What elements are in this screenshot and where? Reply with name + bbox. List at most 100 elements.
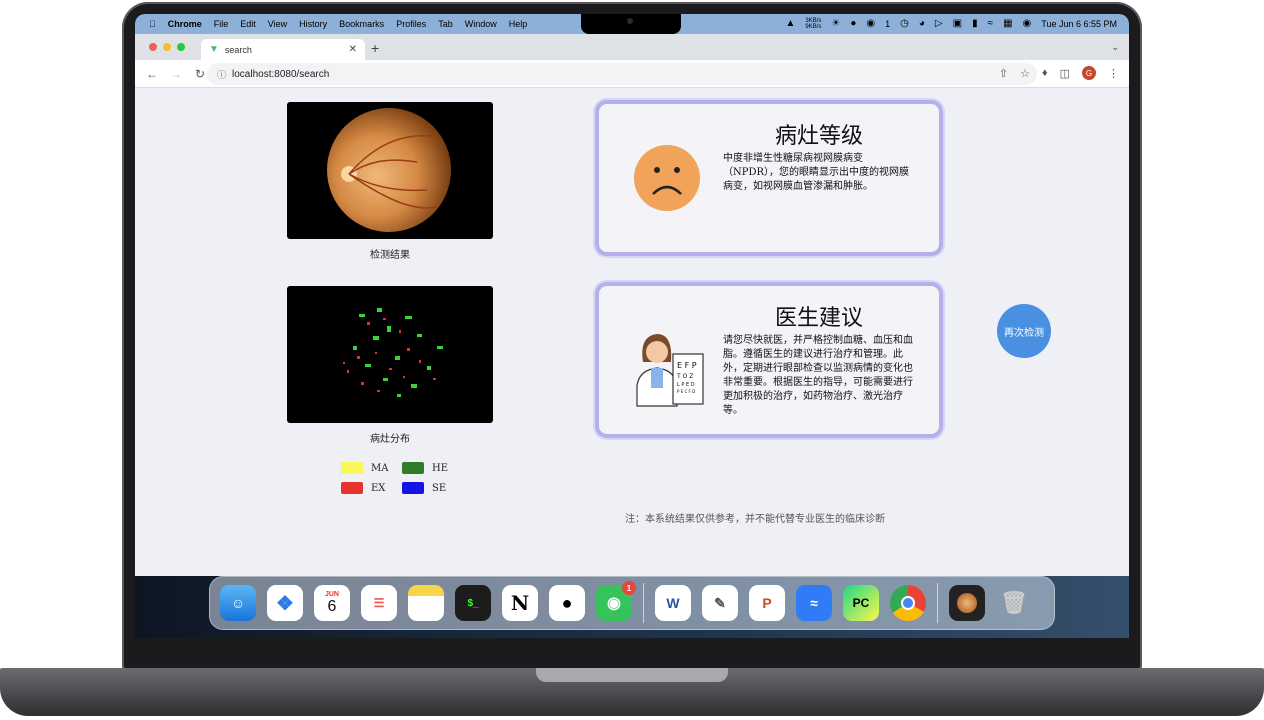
preview-fundus-icon[interactable] — [949, 585, 985, 621]
svg-text:P E C F D: P E C F D — [677, 389, 695, 394]
calendar-icon[interactable]: JUN 6 — [314, 585, 350, 621]
legend-he-label: HE — [432, 462, 449, 474]
legend-ma-label: MA — [371, 462, 389, 474]
screen:  Chrome File Edit View History Bookmark… — [135, 14, 1129, 638]
apple-icon[interactable]:  — [149, 19, 156, 29]
lesion-grade-text: 中度非增生性糖尿病视网膜病变（NPDR），您的眼睛显示出中度的视网膜病变，如视网… — [723, 153, 910, 192]
wechat-badge: 1 — [622, 581, 636, 595]
menu-view[interactable]: View — [268, 19, 287, 29]
close-tab-icon[interactable]: ✕ — [349, 44, 357, 55]
sad-face-icon — [634, 145, 700, 211]
laptop:  Chrome File Edit View History Bookmark… — [0, 0, 1264, 720]
doctor-icon: E F P T O Z L P E D P E C F D — [636, 334, 704, 407]
legend-ma-swatch — [341, 462, 363, 474]
share-icon[interactable]: ⇧ — [999, 67, 1008, 80]
retest-button[interactable]: 再次检测 — [997, 304, 1051, 358]
address-bar[interactable]: ⓘ localhost:8080/search — [207, 63, 1037, 85]
fundus-result-image — [287, 102, 493, 239]
wechat-icon[interactable]: ◉ 1 — [596, 581, 636, 621]
textedit-icon[interactable]: ✎ — [702, 585, 738, 621]
chrome-menu-icon[interactable]: ⋮ — [1108, 67, 1119, 80]
wechat-menubar-count: 1 — [885, 19, 891, 29]
browser-toolbar: ← → ↻ ⓘ localhost:8080/search ⇧ ☆ ♦ ◫ G … — [135, 60, 1129, 88]
bell-icon[interactable]: ● — [850, 19, 856, 29]
wifi-icon[interactable]: ≈ — [988, 19, 994, 29]
control-center-icon[interactable]: ▦ — [1003, 19, 1012, 29]
forward-icon[interactable]: → — [169, 67, 183, 81]
dock-separator — [643, 583, 644, 623]
notes-icon[interactable] — [408, 585, 444, 621]
menubar-clock[interactable]: Tue Jun 6 6:55 PM — [1041, 19, 1117, 29]
legend-se-swatch — [402, 482, 424, 494]
menu-edit[interactable]: Edit — [240, 19, 256, 29]
menu-app-name[interactable]: Chrome — [168, 19, 202, 29]
powerpoint-icon[interactable]: P — [749, 585, 785, 621]
menu-window[interactable]: Window — [465, 19, 497, 29]
zoom-window-button[interactable] — [177, 43, 185, 51]
extensions-icon[interactable]: ♦ — [1042, 67, 1048, 79]
laptop-opening-notch — [536, 668, 728, 682]
doctor-advice-text: 请您尽快就医，并严格控制血糖、血压和血脂。遵循医生的建议进行治疗和管理。此外，定… — [723, 335, 913, 416]
svg-text:E F P: E F P — [677, 361, 697, 370]
lesion-grade-card: 病灶等级 中度非增生性糖尿病视网膜病变（NPDR），您的眼睛显示出中度的视网膜病… — [595, 100, 943, 256]
dock-separator-2 — [937, 583, 938, 623]
headphones-icon[interactable]: ◕ — [919, 19, 925, 29]
word-icon[interactable]: W — [655, 585, 691, 621]
pycharm-icon[interactable]: PC — [843, 585, 879, 621]
notion-icon[interactable]: N — [502, 585, 538, 621]
finder-icon[interactable]: ☺ — [220, 585, 256, 621]
menu-file[interactable]: File — [214, 19, 229, 29]
svg-text:T O Z: T O Z — [676, 373, 693, 380]
input-method-icon[interactable]: ▣ — [953, 19, 962, 29]
svg-text:L P E D: L P E D — [677, 382, 695, 388]
wechat-menubar-icon[interactable]: ◉ — [866, 19, 875, 29]
dock: ☺ ❖ JUN 6 ☰ $_ N ● ◉ 1 W ✎ P ≈ PC 🗑 — [209, 576, 1055, 630]
tab-search-menu-icon[interactable]: ⌄ — [1111, 42, 1119, 53]
page-content: 检测结果 病灶分布 MA HE EX SE 病灶等级 中度非增生性糖尿病视网膜病… — [135, 88, 1129, 576]
chrome-window: ▼ search ✕ + ⌄ ← → ↻ ⓘ localhost:8080/se… — [135, 34, 1129, 576]
profile-avatar[interactable]: G — [1082, 66, 1096, 80]
bookmark-star-icon[interactable]: ☆ — [1020, 67, 1030, 80]
tab-title: search — [224, 44, 252, 55]
cat-icon[interactable]: ▲ — [785, 19, 795, 29]
minimize-window-button[interactable] — [163, 43, 171, 51]
close-window-button[interactable] — [149, 43, 157, 51]
disclaimer-note: 注：本系统结果仅供参考，并不能代替专业医生的临床诊断 — [625, 514, 885, 525]
legend-he-swatch — [402, 462, 424, 474]
calendar-month: JUN — [324, 590, 339, 598]
chrome-icon[interactable] — [890, 585, 926, 621]
menu-tab[interactable]: Tab — [438, 19, 453, 29]
trash-icon[interactable]: 🗑 — [996, 585, 1032, 621]
net-speed: 3KB/s 9KB/s — [805, 18, 822, 30]
timer-icon[interactable]: ◷ — [900, 19, 909, 29]
camera-notch — [581, 14, 681, 34]
menu-help[interactable]: Help — [509, 19, 528, 29]
vue-favicon-icon: ▼ — [209, 44, 219, 55]
site-info-icon[interactable]: ⓘ — [217, 68, 226, 81]
back-icon[interactable]: ← — [145, 67, 159, 81]
calendar-day: 6 — [327, 597, 337, 615]
result-caption: 检测结果 — [370, 250, 410, 261]
lark-icon[interactable]: ≈ — [796, 585, 832, 621]
side-panel-icon[interactable]: ◫ — [1060, 67, 1070, 80]
safari-icon[interactable]: ❖ — [267, 585, 303, 621]
legend-se-label: SE — [432, 482, 447, 494]
battery-icon[interactable]: ▮ — [972, 19, 978, 29]
legend-ex-label: EX — [371, 482, 386, 494]
menu-profiles[interactable]: Profiles — [396, 19, 426, 29]
siri-icon[interactable]: ◉ — [1023, 19, 1032, 29]
legend-se: SE — [402, 482, 446, 494]
url-text: localhost:8080/search — [232, 68, 330, 80]
reminders-icon[interactable]: ☰ — [361, 585, 397, 621]
menu-history[interactable]: History — [299, 19, 327, 29]
terminal-icon[interactable]: $_ — [455, 585, 491, 621]
qq-icon[interactable]: ● — [549, 585, 585, 621]
menu-bookmarks[interactable]: Bookmarks — [339, 19, 384, 29]
brightness-icon[interactable]: ☀ — [831, 19, 840, 29]
new-tab-icon[interactable]: + — [371, 40, 379, 56]
legend-he: HE — [402, 462, 448, 474]
reload-icon[interactable]: ↻ — [193, 67, 207, 81]
play-icon[interactable]: ▷ — [935, 19, 943, 29]
legend-ma: MA — [341, 462, 388, 474]
tab-search[interactable]: ▼ search ✕ — [201, 39, 365, 60]
